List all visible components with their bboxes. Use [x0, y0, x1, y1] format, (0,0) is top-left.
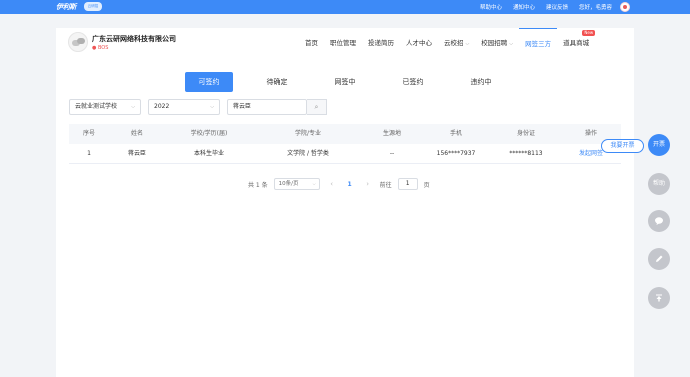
back-to-top-button[interactable] — [648, 287, 670, 309]
nav-prop-store[interactable]: 道具商城 New — [557, 28, 596, 58]
nav-campus-recruit[interactable]: 校园招聘 ⌵ — [475, 28, 519, 58]
chat-button[interactable] — [648, 210, 670, 232]
user-avatar[interactable] — [620, 2, 630, 12]
company-logo-icon — [68, 32, 88, 52]
nav-resumes[interactable]: 投递简历 — [362, 28, 400, 58]
pagination: 共 1 条 10条/页 ⌵ ‹ 1 › 前往 1 页 — [248, 178, 430, 190]
main-nav: 首页 职位管理 投递简历 人才中心 云校招 ⌵ 校园招聘 ⌵ 网签三方 道具商城 Ne… — [299, 28, 596, 58]
row-phone: 156****7937 — [436, 150, 476, 157]
chevron-down-icon: ⌵ — [210, 104, 214, 110]
tab-signable[interactable]: 可签约 — [185, 72, 233, 92]
goto-label: 前往 — [379, 181, 392, 189]
tab-pending[interactable]: 待确定 — [253, 72, 301, 92]
page-suffix: 页 — [423, 181, 430, 189]
current-page[interactable]: 1 — [344, 181, 356, 188]
help-button[interactable]: 帮助 — [648, 173, 670, 195]
brand-logo[interactable]: 伊利斯 — [56, 2, 76, 12]
goto-page-input[interactable]: 1 — [397, 178, 418, 190]
chevron-down-icon: ⌵ — [465, 41, 470, 47]
tab-signing[interactable]: 网签中 — [321, 72, 369, 92]
tab-signed[interactable]: 已签约 — [389, 72, 437, 92]
search-button[interactable]: ⌕ — [307, 99, 327, 115]
tab-breach[interactable]: 违约中 — [457, 72, 505, 92]
col-school: 学校/学历(届) — [190, 130, 228, 137]
status-tabs: 可签约 待确定 网签中 已签约 违约中 — [185, 72, 525, 92]
row-origin: -- — [389, 150, 395, 157]
row-major: 文学院 / 哲学类 — [287, 150, 329, 157]
top-links: 帮助中心 通知中心 建议反馈 您好，毛勇容 — [480, 3, 612, 11]
chevron-down-icon: ⌵ — [131, 104, 135, 110]
row-name: 蒋云臣 — [127, 150, 146, 157]
name-search-input[interactable]: 蒋云臣 — [227, 99, 307, 115]
table-header: 序号 姓名 学校/学历(届) 学院/专业 生源地 手机 身份证 操作 — [69, 124, 621, 144]
table-row: 1 蒋云臣 本科生毕业 文学院 / 哲学类 -- 156****7937 ***… — [69, 144, 621, 164]
school-select[interactable]: 云就业测试学校 ⌵ — [69, 99, 141, 115]
row-school: 本科生毕业 — [193, 150, 224, 157]
main-content: 可签约 待确定 网签中 已签约 违约中 云就业测试学校 ⌵ 2022 ⌵ 蒋云臣 ⌕… — [56, 58, 634, 377]
company-tag: ● BOS — [92, 45, 109, 51]
student-table: 序号 姓名 学校/学历(届) 学院/专业 生源地 手机 身份证 操作 1 蒋云臣… — [69, 124, 621, 164]
top-bar: 伊利斯 云研招 帮助中心 通知中心 建议反馈 您好，毛勇容 — [0, 0, 690, 14]
help-center-link[interactable]: 帮助中心 — [480, 3, 502, 11]
page-size-select[interactable]: 10条/页 ⌵ — [273, 178, 320, 190]
chevron-down-icon: ⌵ — [509, 41, 514, 47]
row-index: 1 — [87, 150, 91, 157]
company-header: 广东云研网络科技有限公司 ● BOS 首页 职位管理 投递简历 人才中心 云校招… — [56, 28, 634, 58]
nav-tripartite-signing[interactable]: 网签三方 — [519, 28, 558, 58]
col-phone: 手机 — [449, 130, 462, 137]
year-select[interactable]: 2022 ⌵ — [148, 99, 220, 115]
pencil-icon — [656, 255, 663, 262]
notification-center-link[interactable]: 通知中心 — [513, 3, 535, 11]
col-id-card: 身份证 — [516, 130, 535, 137]
col-origin: 生源地 — [382, 130, 401, 137]
row-id-card: ******8113 — [509, 150, 543, 157]
feedback-link[interactable]: 建议反馈 — [546, 3, 568, 11]
nav-cloud-campus[interactable]: 云校招 ⌵ — [438, 28, 475, 58]
col-index: 序号 — [82, 130, 95, 137]
nav-home[interactable]: 首页 — [299, 28, 324, 58]
next-page-icon[interactable]: › — [362, 180, 374, 188]
invoice-button[interactable]: 开票 — [648, 134, 670, 156]
nav-talent-center[interactable]: 人才中心 — [400, 28, 438, 58]
edit-button[interactable] — [648, 248, 670, 270]
nav-job-management[interactable]: 职位管理 — [324, 28, 362, 58]
chevron-down-icon: ⌵ — [312, 181, 316, 186]
new-badge: New — [582, 30, 596, 36]
col-name: 姓名 — [130, 130, 143, 137]
prev-page-icon[interactable]: ‹ — [326, 180, 338, 188]
back-to-top-icon — [656, 294, 662, 302]
col-major: 学院/专业 — [294, 130, 322, 137]
chat-icon — [655, 217, 663, 225]
user-greeting[interactable]: 您好，毛勇容 — [579, 3, 612, 11]
company-name: 广东云研网络科技有限公司 — [92, 35, 176, 43]
search-icon: ⌕ — [314, 103, 319, 111]
brand-sub-logo: 云研招 — [84, 2, 102, 11]
total-count: 共 1 条 — [248, 181, 268, 189]
invoice-tooltip[interactable]: 我要开票 — [601, 139, 644, 153]
